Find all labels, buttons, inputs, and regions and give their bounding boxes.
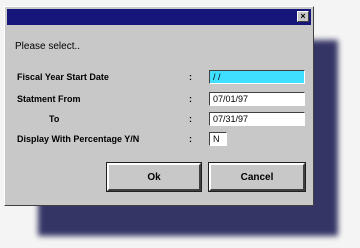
title-bar: × (7, 9, 311, 25)
fiscal-year-start-input[interactable]: / / (209, 70, 305, 84)
fiscal-year-start-colon: : (189, 72, 192, 82)
statement-to-colon: : (189, 114, 192, 124)
statement-from-colon: : (189, 94, 192, 104)
close-icon: × (300, 11, 306, 21)
statement-from-input[interactable]: 07/01/97 (209, 92, 305, 106)
display-percentage-input[interactable]: N (209, 132, 227, 146)
statement-to-input[interactable]: 07/31/97 (209, 112, 305, 126)
select-dialog: × Please select.. Fiscal Year Start Date… (4, 6, 314, 206)
statement-to-label: To (49, 114, 60, 124)
statement-from-label: Statment From (17, 94, 81, 104)
close-button[interactable]: × (297, 11, 309, 22)
prompt-text: Please select.. (15, 41, 81, 52)
display-percentage-label: Display With Percentage Y/N (17, 134, 140, 144)
fiscal-year-start-label: Fiscal Year Start Date (17, 72, 109, 82)
cancel-button[interactable]: Cancel (208, 162, 306, 192)
ok-button[interactable]: Ok (106, 162, 202, 192)
display-percentage-colon: : (189, 134, 192, 144)
